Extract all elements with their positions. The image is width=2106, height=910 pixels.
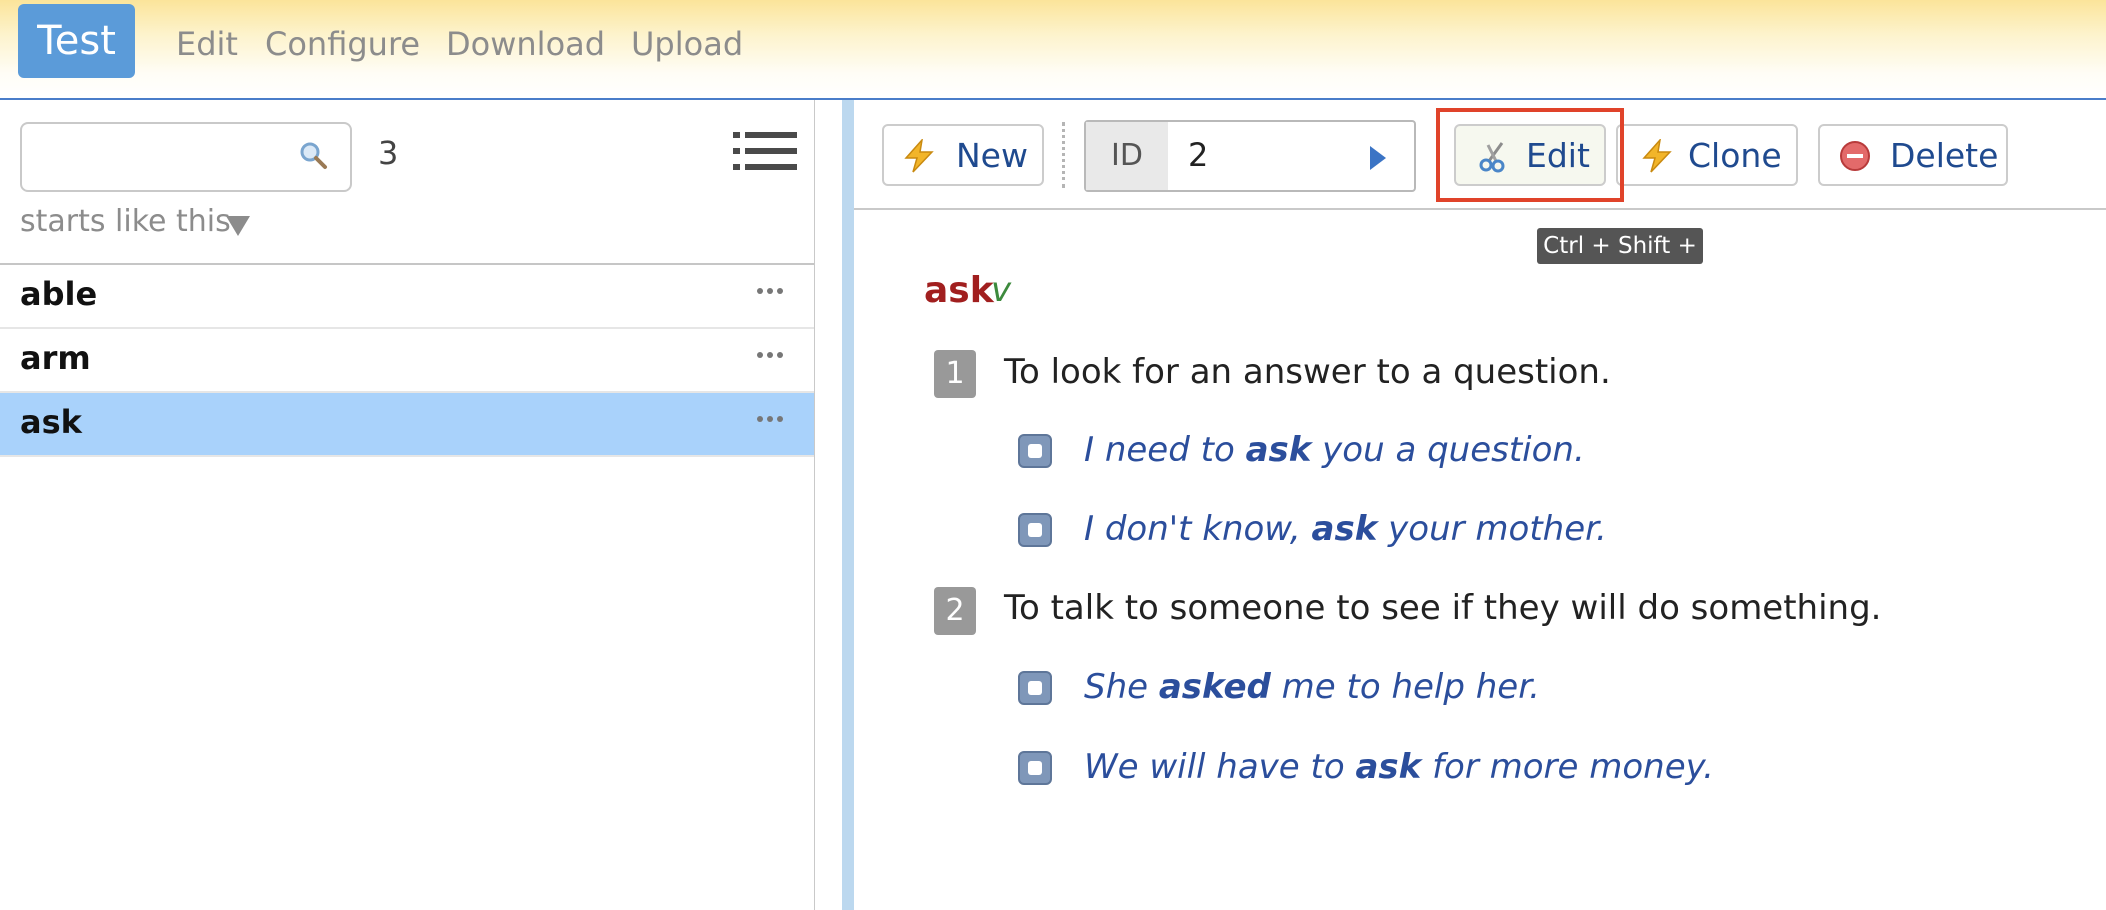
- list-item-selected[interactable]: ask: [0, 393, 814, 457]
- sense-number-badge: 2: [934, 587, 976, 635]
- entry-word: arm: [20, 339, 91, 377]
- search-input[interactable]: [20, 122, 352, 192]
- entry-list: able arm ask: [0, 263, 814, 457]
- filter-dropdown-arrow-icon[interactable]: [226, 216, 250, 236]
- lightning-icon: [904, 139, 934, 173]
- more-options-icon[interactable]: [756, 415, 784, 423]
- result-count: 3: [378, 134, 399, 172]
- entry-list-panel: 3 starts like this able arm ask: [0, 100, 815, 910]
- menu-edit[interactable]: Edit: [176, 22, 238, 66]
- id-label: ID: [1086, 122, 1168, 190]
- example-sentence: She asked me to help her.: [1084, 667, 1540, 707]
- example-sentence: I don't know, ask your mother.: [1084, 509, 1607, 549]
- clone-button[interactable]: Clone: [1616, 124, 1798, 186]
- panel-splitter[interactable]: [842, 100, 854, 910]
- go-to-id-arrow-icon[interactable]: [1370, 146, 1386, 170]
- edit-shortcut-tooltip: Ctrl + Shift + E: [1537, 228, 1703, 295]
- example-bullet-icon: [1018, 513, 1052, 547]
- id-value[interactable]: 2: [1188, 136, 1208, 174]
- part-of-speech: v: [991, 270, 1012, 310]
- edit-button-highlight: [1436, 108, 1624, 202]
- app-title-button[interactable]: Test: [18, 4, 135, 78]
- id-field[interactable]: ID 2: [1084, 120, 1416, 192]
- delete-icon: [1840, 141, 1870, 171]
- list-item[interactable]: arm: [0, 329, 814, 393]
- menu-download[interactable]: Download: [446, 22, 605, 66]
- sense-number-badge: 1: [934, 350, 976, 398]
- headword: ask: [924, 270, 994, 311]
- filter-mode-label[interactable]: starts like this: [20, 204, 231, 239]
- list-item[interactable]: able: [0, 265, 814, 329]
- example-bullet-icon: [1018, 671, 1052, 705]
- toolbar: New ID 2 Edit Clone Delete: [854, 100, 2106, 210]
- lightning-icon: [1642, 139, 1672, 173]
- example-bullet-icon: [1018, 751, 1052, 785]
- sense-definition: To look for an answer to a question.: [1004, 352, 1611, 392]
- delete-button-label: Delete: [1890, 136, 1999, 175]
- search-icon[interactable]: [298, 140, 328, 170]
- example-bullet-icon: [1018, 434, 1052, 468]
- sense-definition: To talk to someone to see if they will d…: [1004, 588, 1882, 628]
- more-options-icon[interactable]: [756, 287, 784, 295]
- entry-word: able: [20, 275, 98, 313]
- menu-upload[interactable]: Upload: [631, 22, 743, 66]
- top-bar: Test Edit Configure Download Upload: [0, 0, 2106, 100]
- more-options-icon[interactable]: [756, 351, 784, 359]
- delete-button[interactable]: Delete: [1818, 124, 2008, 186]
- entry-detail-panel: New ID 2 Edit Clone Delete Ctrl + Shift …: [854, 100, 2106, 910]
- new-button[interactable]: New: [882, 124, 1044, 186]
- entry-word: ask: [20, 403, 82, 441]
- toolbar-separator: [1062, 122, 1069, 188]
- clone-button-label: Clone: [1688, 136, 1782, 175]
- example-sentence: I need to ask you a question.: [1084, 430, 1585, 470]
- list-view-icon[interactable]: [733, 130, 797, 172]
- example-sentence: We will have to ask for more money.: [1084, 747, 1714, 787]
- new-button-label: New: [956, 136, 1028, 175]
- menu-configure[interactable]: Configure: [265, 22, 420, 66]
